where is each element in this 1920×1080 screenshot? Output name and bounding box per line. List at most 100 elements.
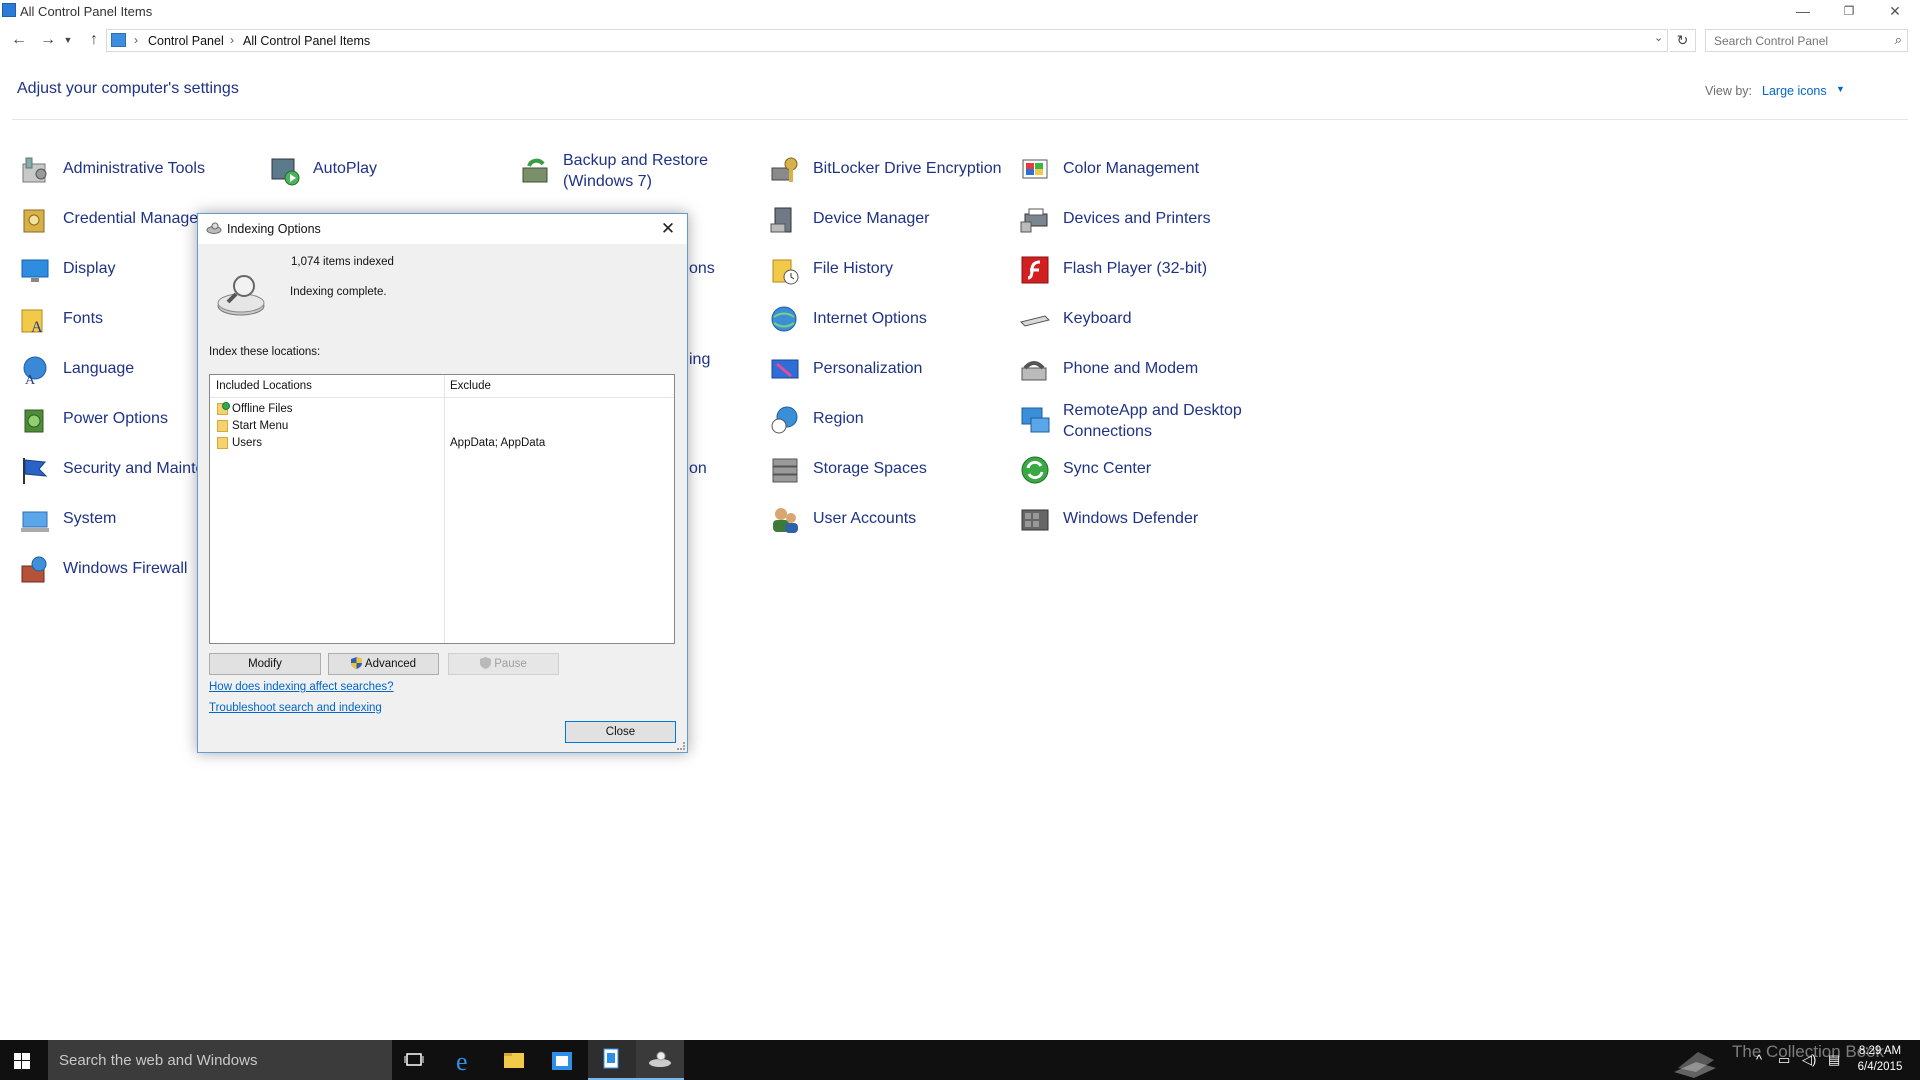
address-bar[interactable]: › Control Panel › All Control Panel Item… — [106, 29, 1668, 52]
item-sync-center[interactable]: Sync Center — [1019, 450, 1259, 490]
sync-badge-icon — [222, 402, 230, 410]
file-explorer-icon[interactable] — [490, 1044, 538, 1076]
item-autoplay[interactable]: AutoPlay — [269, 150, 509, 190]
address-dropdown-chevron-icon[interactable]: ⌄ — [1654, 31, 1663, 44]
search-icon[interactable]: ⌕ — [1895, 32, 1902, 48]
column-exclude[interactable]: Exclude — [450, 380, 491, 392]
taskbar-search[interactable]: Search the web and Windows — [48, 1040, 392, 1080]
troubleshoot-link[interactable]: Troubleshoot search and indexing — [209, 702, 382, 714]
search-box[interactable]: ⌕ — [1705, 29, 1908, 52]
item-bitlocker[interactable]: BitLocker Drive Encryption — [769, 150, 1009, 190]
item-phone-modem[interactable]: Phone and Modem — [1019, 350, 1259, 390]
item-keyboard[interactable]: Keyboard — [1019, 300, 1259, 340]
item-personalization[interactable]: Personalization — [769, 350, 1009, 390]
task-view-icon[interactable] — [392, 1044, 440, 1076]
item-label: Flash Player (32-bit) — [1063, 260, 1208, 277]
back-arrow-icon[interactable]: ← — [8, 29, 30, 51]
item-file-history[interactable]: File History — [769, 250, 1009, 290]
item-label: RemoteApp and Desktop Connections — [1063, 400, 1283, 442]
column-included-locations[interactable]: Included Locations — [216, 380, 312, 392]
volume-icon[interactable]: ◁) — [1802, 1052, 1816, 1068]
control-panel-taskbar-button[interactable] — [588, 1040, 636, 1080]
uac-shield-icon — [480, 657, 492, 669]
file-history-icon — [772, 259, 799, 285]
obscured-item-label[interactable]: ing — [689, 351, 710, 369]
item-device-manager[interactable]: Device Manager — [769, 200, 1009, 240]
restore-button[interactable]: ❐ — [1826, 0, 1872, 24]
list-item[interactable]: Users AppData; AppData — [210, 435, 674, 452]
storage-spaces-icon — [772, 458, 798, 483]
control-panel-icon — [603, 1048, 619, 1069]
item-devices-printers[interactable]: Devices and Printers — [1019, 200, 1259, 240]
pause-button[interactable]: Pause — [448, 653, 559, 675]
index-locations-label: Index these locations: — [209, 346, 321, 358]
advanced-button[interactable]: Advanced — [328, 653, 439, 675]
item-credential-manager[interactable]: Credential Manager — [19, 200, 204, 240]
page-title: Adjust your computer's settings — [17, 80, 239, 97]
network-icon[interactable]: ▭ — [1778, 1052, 1790, 1068]
search-input[interactable] — [1712, 33, 1886, 49]
breadcrumb-all-items[interactable]: All Control Panel Items — [243, 34, 370, 48]
item-label: Display — [63, 260, 116, 277]
item-administrative-tools[interactable]: Administrative Tools — [19, 150, 259, 190]
system-icon — [21, 511, 49, 532]
indexing-options-icon — [206, 222, 222, 234]
item-backup-restore[interactable]: Backup and Restore (Windows 7) — [519, 150, 759, 190]
item-region[interactable]: Region — [769, 400, 1009, 440]
item-flash-player[interactable]: Flash Player (32-bit) — [1019, 250, 1259, 290]
breadcrumb-separator-icon[interactable]: › — [134, 33, 138, 47]
item-remoteapp[interactable]: RemoteApp and Desktop Connections — [1019, 400, 1259, 440]
location-name: Offline Files — [232, 403, 293, 415]
modify-button[interactable]: Modify — [209, 653, 321, 675]
forward-arrow-icon[interactable]: → — [37, 29, 59, 51]
item-windows-defender[interactable]: Windows Defender — [1019, 500, 1259, 540]
item-label: Backup and Restore (Windows 7) — [563, 150, 783, 192]
up-arrow-icon[interactable]: ↑ — [83, 29, 105, 51]
breadcrumb-separator-icon[interactable]: › — [230, 33, 234, 47]
minimize-button[interactable]: — — [1780, 0, 1826, 24]
resize-grip[interactable] — [677, 742, 685, 750]
list-item[interactable]: Start Menu — [210, 418, 674, 435]
item-label: Windows Defender — [1063, 510, 1199, 527]
recent-locations-chevron-icon[interactable]: ▼ — [62, 29, 74, 51]
item-security-maintenance[interactable]: Security and Mainte — [19, 450, 199, 490]
internet-options-icon — [771, 306, 797, 332]
locations-list[interactable]: Included Locations Exclude Offline Files… — [209, 374, 675, 644]
item-storage-spaces[interactable]: Storage Spaces — [769, 450, 1009, 490]
close-window-button[interactable]: ✕ — [1872, 0, 1918, 24]
control-panel-icon — [111, 33, 126, 47]
view-by-caret-icon[interactable]: ▼ — [1836, 84, 1845, 94]
item-user-accounts[interactable]: User Accounts — [769, 500, 1009, 540]
how-indexing-link[interactable]: How does indexing affect searches? — [209, 681, 394, 693]
edge-browser-icon[interactable]: e — [442, 1044, 490, 1076]
item-label: File History — [813, 260, 894, 277]
personalization-icon — [771, 359, 799, 379]
navigation-bar: ← → ▼ ↑ › Control Panel › All Control Pa… — [0, 27, 1920, 55]
item-internet-options[interactable]: Internet Options — [769, 300, 1009, 340]
folder-icon — [217, 420, 228, 432]
obscured-item-label[interactable]: on — [689, 460, 707, 478]
item-color-management[interactable]: Color Management — [1019, 150, 1259, 190]
breadcrumb-control-panel[interactable]: Control Panel — [148, 34, 224, 48]
dialog-close-icon[interactable]: ✕ — [654, 217, 682, 241]
start-windows-icon[interactable] — [14, 1053, 30, 1069]
watermark-book-logo — [1674, 1052, 1716, 1078]
view-by-label: View by: — [1705, 84, 1753, 98]
obscured-item-label[interactable]: ons — [689, 260, 715, 278]
list-item[interactable]: Offline Files — [210, 401, 674, 418]
indexing-status: Indexing complete. — [290, 286, 387, 298]
dialog-titlebar[interactable]: Indexing Options ✕ — [198, 214, 687, 244]
view-by-dropdown[interactable]: Large icons — [1762, 84, 1827, 98]
indexing-options-taskbar-button[interactable] — [636, 1040, 684, 1080]
svg-text:A: A — [31, 319, 43, 336]
item-label: Personalization — [813, 360, 923, 377]
close-button[interactable]: Close — [565, 721, 676, 743]
sync-center-icon — [1021, 456, 1049, 484]
store-icon[interactable] — [538, 1044, 586, 1076]
item-label: AutoPlay — [313, 160, 378, 177]
action-center-icon[interactable]: ▤ — [1828, 1052, 1840, 1068]
show-hidden-icons-chevron-icon[interactable]: ^ — [1756, 1052, 1762, 1067]
display-icon — [21, 259, 49, 282]
refresh-icon[interactable]: ↻ — [1670, 29, 1696, 52]
taskbar-clock[interactable]: 8:29 AM 6/4/2015 — [1855, 1043, 1905, 1075]
